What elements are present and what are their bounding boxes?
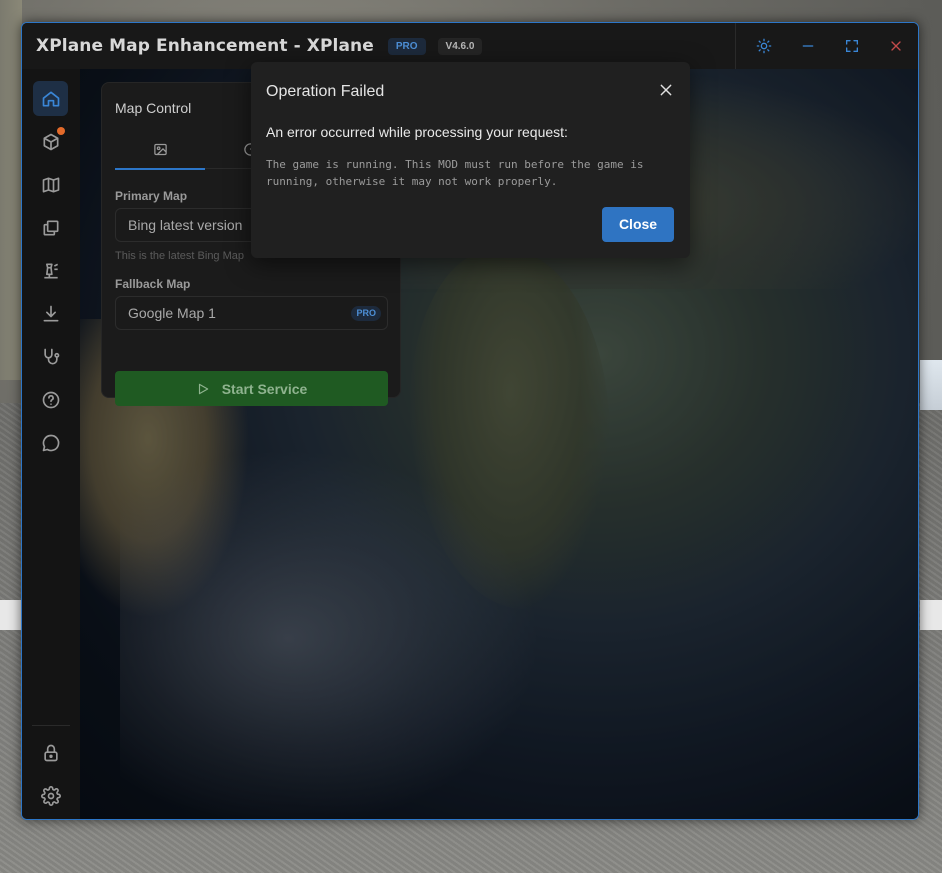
divider	[735, 23, 736, 69]
scenery-cliff	[0, 0, 22, 380]
image-icon	[153, 143, 167, 155]
app-title: XPlane Map Enhancement - XPlane	[36, 36, 374, 56]
dialog-message: An error occurred while processing your …	[266, 124, 568, 140]
download-icon	[43, 305, 59, 321]
layers-icon	[43, 220, 59, 235]
home-icon	[42, 91, 59, 106]
notification-dot	[57, 127, 65, 135]
runway-marking	[920, 600, 942, 630]
play-icon	[198, 383, 208, 394]
primary-map-hint: This is the latest Bing Map	[115, 250, 245, 262]
settings-icon	[40, 785, 61, 806]
sidebar-item-airports[interactable]	[33, 253, 68, 288]
sidebar-item-home[interactable]	[33, 81, 68, 116]
airport-tower-icon	[43, 263, 58, 278]
chat-icon	[42, 434, 59, 451]
map-icon	[42, 177, 59, 192]
primary-map-value: Bing latest version	[128, 217, 243, 233]
minimize-button[interactable]	[786, 23, 830, 69]
sidebar-item-diagnostics[interactable]	[33, 339, 68, 374]
fallback-map-value: Google Map 1	[128, 305, 216, 321]
pro-badge: PRO	[387, 37, 426, 55]
panel-title: Map Control	[115, 100, 192, 116]
sidebar-item-maps[interactable]	[33, 167, 68, 202]
runway-marking	[0, 600, 22, 630]
close-icon[interactable]	[658, 82, 674, 98]
minimize-icon	[802, 45, 814, 47]
maximize-button[interactable]	[830, 23, 874, 69]
theme-toggle-button[interactable]	[742, 23, 786, 69]
window-controls	[735, 23, 918, 69]
tab-imagery[interactable]	[115, 129, 205, 170]
version-badge: V4.6.0	[437, 37, 483, 55]
stethoscope-icon	[43, 348, 59, 364]
dialog-title: Operation Failed	[266, 83, 385, 100]
sidebar-item-packages[interactable]	[33, 124, 68, 159]
sidebar-item-help[interactable]	[33, 382, 68, 417]
help-icon	[42, 391, 59, 408]
maximize-icon	[846, 40, 858, 52]
dialog-close-button[interactable]: Close	[602, 207, 674, 242]
sidebar-item-settings[interactable]	[33, 778, 68, 813]
error-dialog: Operation Failed An error occurred while…	[251, 62, 690, 258]
dialog-detail: The game is running. This MOD must run b…	[266, 158, 644, 188]
sidebar-item-feedback[interactable]	[33, 425, 68, 460]
fallback-map-select[interactable]: Google Map 1 PRO	[115, 296, 388, 330]
sun-icon	[756, 38, 772, 54]
lock-icon	[43, 744, 58, 761]
sidebar-item-layers[interactable]	[33, 210, 68, 245]
pro-badge: PRO	[351, 306, 381, 321]
package-icon	[43, 133, 59, 150]
sidebar	[22, 69, 80, 819]
primary-map-label: Primary Map	[115, 189, 188, 203]
close-window-button[interactable]	[874, 23, 918, 69]
close-icon	[891, 41, 901, 51]
start-service-button[interactable]: Start Service	[115, 371, 388, 406]
fallback-map-label: Fallback Map	[115, 277, 191, 291]
sidebar-divider	[32, 725, 70, 726]
sidebar-item-lock[interactable]	[33, 735, 68, 770]
sidebar-item-downloads[interactable]	[33, 296, 68, 331]
scenery-building	[920, 360, 942, 410]
start-service-label: Start Service	[221, 380, 308, 397]
